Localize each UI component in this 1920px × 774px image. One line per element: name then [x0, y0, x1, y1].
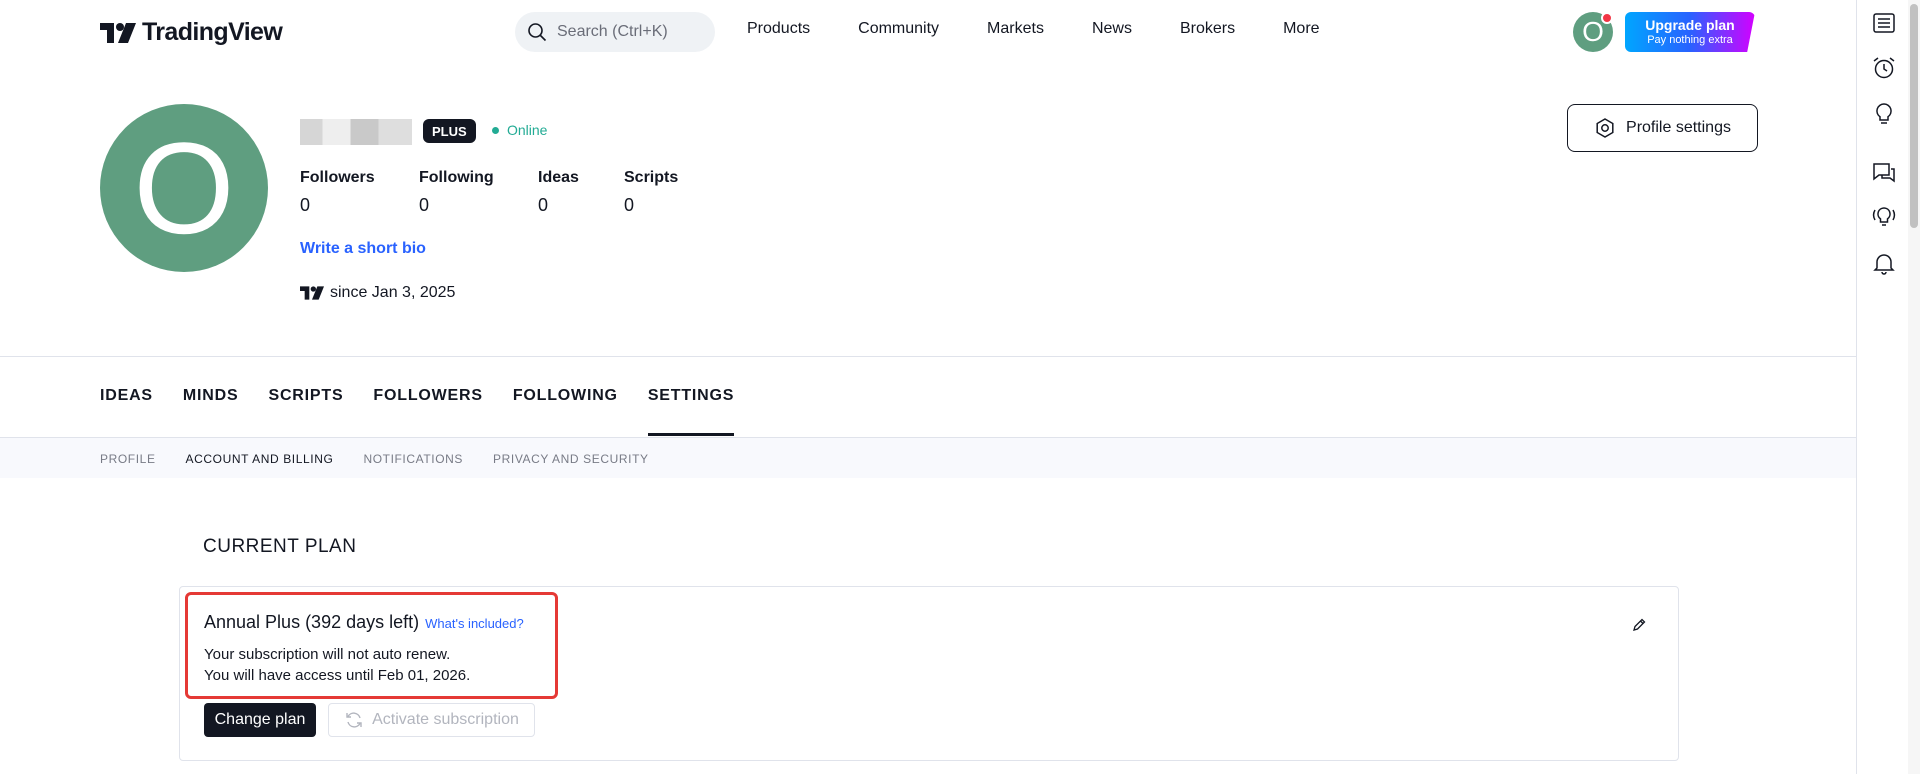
change-plan-button[interactable]: Change plan	[204, 703, 316, 737]
member-since: since Jan 3, 2025	[300, 284, 455, 302]
alert-clock-icon[interactable]	[1871, 55, 1897, 81]
watchlist-icon[interactable]	[1871, 10, 1897, 36]
nav-more[interactable]: More	[1283, 20, 1319, 38]
streams-bulb-icon[interactable]	[1871, 203, 1897, 229]
nav-news[interactable]: News	[1092, 20, 1132, 38]
user-avatar-letter: O	[1582, 16, 1604, 47]
tradingview-logo-icon	[100, 22, 136, 43]
profile-avatar-letter: O	[133, 115, 235, 261]
plan-access-text: You will have access until Feb 01, 2026.	[204, 667, 471, 684]
plan-badge: PLUS	[423, 119, 476, 143]
tradingview-logo[interactable]: TradingView	[100, 18, 283, 47]
top-header: TradingView Products Community Markets N…	[0, 0, 1856, 64]
stat-label: Scripts	[624, 169, 679, 186]
profile-tabs: IDEAS MINDS SCRIPTS FOLLOWERS FOLLOWING …	[100, 356, 764, 436]
nav-community[interactable]: Community	[858, 20, 939, 38]
profile-settings-label: Profile settings	[1626, 119, 1731, 136]
tab-followers[interactable]: FOLLOWERS	[373, 356, 482, 436]
search-icon	[528, 23, 547, 42]
search-input[interactable]	[557, 23, 707, 41]
stat-following[interactable]: Following 0	[419, 167, 538, 219]
subtab-profile[interactable]: PROFILE	[100, 452, 156, 466]
tab-settings[interactable]: SETTINGS	[647, 356, 735, 436]
tab-scripts[interactable]: SCRIPTS	[268, 356, 343, 436]
settings-subtabs: PROFILE ACCOUNT AND BILLING NOTIFICATION…	[100, 438, 679, 479]
plan-renewal-text: Your subscription will not auto renew.	[204, 646, 451, 663]
scrollbar-thumb[interactable]	[1910, 4, 1918, 228]
tradingview-small-logo-icon	[300, 286, 324, 300]
stat-followers[interactable]: Followers 0	[300, 167, 419, 219]
current-plan-heading: CURRENT PLAN	[203, 536, 357, 557]
stat-scripts[interactable]: Scripts 0	[624, 167, 743, 219]
logo-text: TradingView	[142, 18, 283, 46]
online-status: Online	[492, 122, 547, 138]
tab-ideas[interactable]: IDEAS	[100, 356, 153, 436]
member-since-text: since Jan 3, 2025	[330, 284, 456, 301]
stat-label: Followers	[300, 169, 375, 186]
stat-ideas[interactable]: Ideas 0	[538, 167, 624, 219]
subtab-privacy-security[interactable]: PRIVACY AND SECURITY	[493, 452, 649, 466]
nav-brokers[interactable]: Brokers	[1180, 20, 1235, 38]
stat-label: Ideas	[538, 169, 579, 186]
plan-title: Annual Plus (392 days left) What's inclu…	[204, 612, 524, 633]
stat-value: 0	[538, 195, 549, 215]
online-status-label: Online	[507, 122, 548, 138]
username-redacted	[300, 119, 412, 145]
tab-following[interactable]: FOLLOWING	[513, 356, 618, 436]
edit-pencil-icon[interactable]	[1631, 617, 1647, 633]
upgrade-subtitle: Pay nothing extra	[1647, 34, 1733, 46]
write-bio-link[interactable]: Write a short bio	[300, 240, 426, 258]
notifications-bell-icon[interactable]	[1871, 250, 1897, 276]
tab-minds[interactable]: MINDS	[183, 356, 239, 436]
profile-stats: Followers 0 Following 0 Ideas 0 Scripts …	[300, 167, 743, 219]
nav-markets[interactable]: Markets	[987, 20, 1044, 38]
right-toolbar	[1856, 0, 1908, 774]
upgrade-title: Upgrade plan	[1645, 17, 1735, 33]
main-nav: Products Community Markets News Brokers …	[747, 20, 1320, 38]
stat-value: 0	[300, 195, 311, 215]
stat-label: Following	[419, 169, 494, 186]
settings-subtabs-bar: PROFILE ACCOUNT AND BILLING NOTIFICATION…	[0, 437, 1856, 478]
profile-avatar: O	[100, 104, 268, 272]
whats-included-link[interactable]: What's included?	[425, 616, 524, 631]
notification-dot	[1601, 12, 1613, 24]
profile-settings-button[interactable]: Profile settings	[1567, 104, 1758, 152]
online-dot-icon	[492, 126, 499, 134]
search-box[interactable]	[515, 12, 715, 52]
subtab-account-billing[interactable]: ACCOUNT AND BILLING	[186, 452, 334, 466]
upgrade-plan-button[interactable]: Upgrade plan Pay nothing extra	[1625, 12, 1755, 52]
subtab-notifications[interactable]: NOTIFICATIONS	[363, 452, 463, 466]
activate-subscription-button[interactable]: Activate subscription	[328, 703, 535, 737]
activate-subscription-label: Activate subscription	[372, 711, 519, 728]
chat-icon[interactable]	[1871, 160, 1897, 186]
stat-value: 0	[419, 195, 430, 215]
refresh-icon	[346, 712, 362, 728]
ideas-bulb-icon[interactable]	[1871, 101, 1897, 127]
stat-value: 0	[624, 195, 635, 215]
nav-products[interactable]: Products	[747, 20, 810, 38]
plan-name: Annual Plus (392 days left)	[204, 612, 420, 632]
page-scrollbar[interactable]	[1908, 0, 1920, 774]
settings-gear-icon	[1596, 118, 1614, 138]
